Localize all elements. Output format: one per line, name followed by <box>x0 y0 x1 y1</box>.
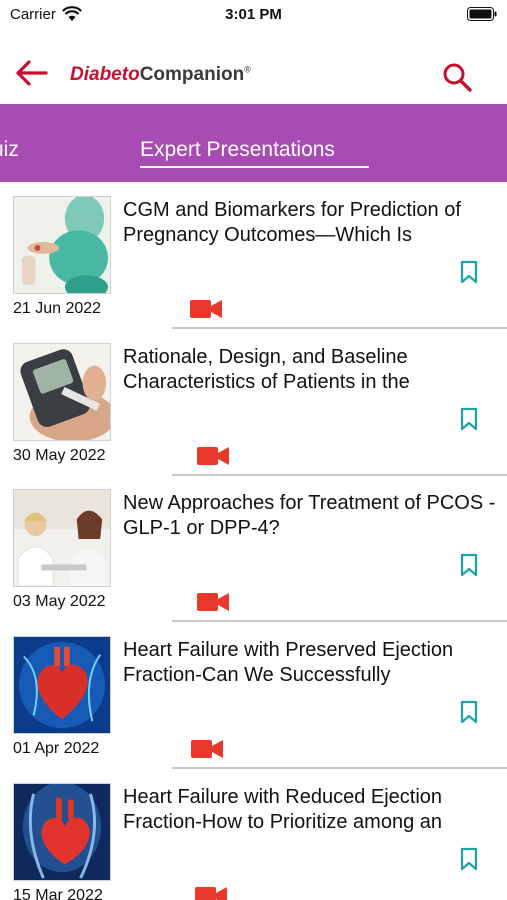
presentation-date: 15 Mar 2022 <box>13 887 103 900</box>
presentation-title[interactable]: New Approaches for Treatment of PCOS - G… <box>123 491 501 541</box>
heart-illustration-image <box>13 636 111 734</box>
glucose-meter-image <box>13 343 111 441</box>
presentation-date: 03 May 2022 <box>13 593 106 610</box>
list-item[interactable]: New Approaches for Treatment of PCOS - G… <box>0 475 507 622</box>
presentation-title[interactable]: Heart Failure with Reduced Ejection Frac… <box>123 785 501 835</box>
battery-icon <box>467 7 497 21</box>
logo-part1: Diabeto <box>70 64 140 85</box>
active-tab-indicator <box>140 166 369 168</box>
bookmark-icon[interactable] <box>458 260 480 284</box>
status-bar: Carrier 3:01 PM <box>0 0 507 30</box>
video-camera-icon <box>191 740 223 758</box>
pregnant-woman-image <box>13 196 111 294</box>
logo-part2: Companion <box>139 64 245 85</box>
search-icon[interactable] <box>440 60 474 94</box>
back-arrow-icon[interactable] <box>14 58 50 88</box>
list-item[interactable]: Heart Failure with Reduced Ejection Frac… <box>0 769 507 900</box>
bookmark-icon[interactable] <box>458 847 480 871</box>
video-camera-icon <box>195 887 227 900</box>
video-camera-icon <box>197 593 229 611</box>
bookmark-icon[interactable] <box>458 553 480 577</box>
heart-anatomy-image <box>13 783 111 881</box>
app-header: DiabetoCompanion® <box>0 44 507 104</box>
video-camera-icon <box>197 447 229 465</box>
presentation-title[interactable]: Heart Failure with Preserved Ejection Fr… <box>123 638 501 688</box>
tab-expert-presentations[interactable]: Expert Presentations <box>140 138 335 162</box>
presentation-list[interactable]: CGM and Biomarkers for Prediction of Pre… <box>0 182 507 900</box>
logo-registered-mark: ® <box>244 64 251 75</box>
list-item[interactable]: CGM and Biomarkers for Prediction of Pre… <box>0 182 507 329</box>
tab-bar: uiz Expert Presentations <box>0 104 507 182</box>
presentation-date: 01 Apr 2022 <box>13 740 100 757</box>
bookmark-icon[interactable] <box>458 407 480 431</box>
presentation-title[interactable]: CGM and Biomarkers for Prediction of Pre… <box>123 198 501 248</box>
list-item[interactable]: Heart Failure with Preserved Ejection Fr… <box>0 622 507 769</box>
presentation-title[interactable]: Rationale, Design, and Baseline Characte… <box>123 345 501 395</box>
list-item[interactable]: Rationale, Design, and Baseline Characte… <box>0 329 507 476</box>
presentation-date: 21 Jun 2022 <box>13 300 102 317</box>
tab-quiz[interactable]: uiz <box>0 138 19 162</box>
doctor-consultation-image <box>13 489 111 587</box>
presentation-date: 30 May 2022 <box>13 447 106 464</box>
bookmark-icon[interactable] <box>458 700 480 724</box>
clock: 3:01 PM <box>225 6 282 23</box>
app-logo: DiabetoCompanion® <box>70 64 251 86</box>
video-camera-icon <box>190 300 222 318</box>
